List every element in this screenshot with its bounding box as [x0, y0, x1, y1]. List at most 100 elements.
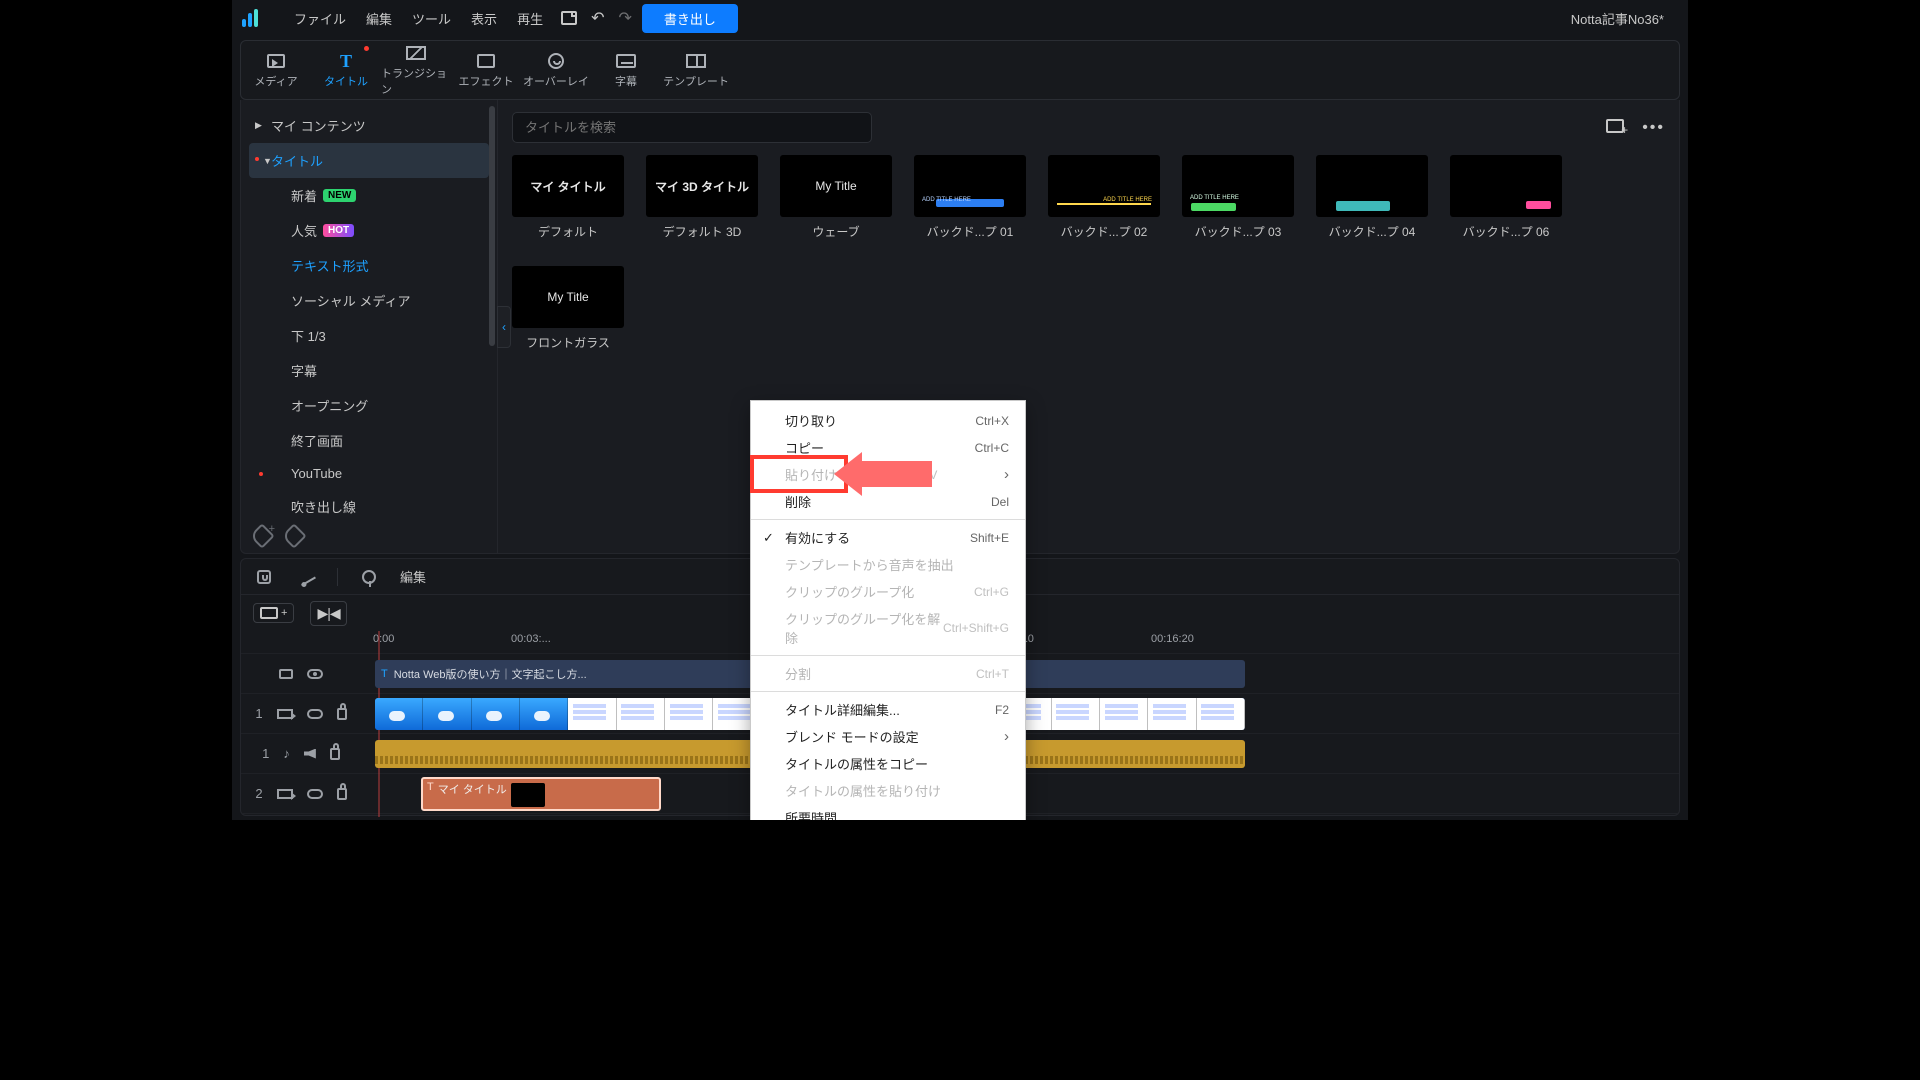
clip-title-selected[interactable]: T マイ タイトル	[421, 777, 661, 811]
tl-edit-label: 編集	[400, 567, 426, 586]
ctx-cut[interactable]: 切り取りCtrl+X	[751, 407, 1025, 434]
track-lock-icon[interactable]	[337, 788, 347, 800]
module-tab-effect[interactable]: エフェクト	[451, 40, 521, 100]
thumb-label: デフォルト	[538, 223, 598, 240]
thumb-backdrop-04[interactable]: バックド...プ 04	[1316, 155, 1428, 240]
sidebar-item-title-root[interactable]: タイトル	[249, 143, 489, 178]
module-tab-transition[interactable]: トランジション	[381, 40, 451, 100]
ctx-copy[interactable]: コピーCtrl+C	[751, 434, 1025, 461]
ctx-label: タイトル詳細編集...	[785, 700, 900, 719]
panel-collapse-button[interactable]: ‹	[497, 306, 511, 348]
ctx-label: テンプレートから音声を抽出	[785, 555, 954, 574]
search-input[interactable]	[512, 112, 872, 143]
menu-tool[interactable]: ツール	[402, 9, 461, 28]
thumb-default[interactable]: マイ タイトルデフォルト	[512, 155, 624, 240]
module-tab-template[interactable]: テンプレート	[661, 40, 731, 100]
sidebar-item-callout[interactable]: 吹き出し線	[241, 489, 497, 518]
thumb-default-3d[interactable]: マイ 3D タイトルデフォルト 3D	[646, 155, 758, 240]
sidebar-item-text-format[interactable]: テキスト形式	[241, 248, 497, 283]
time-tick: 00:03:...	[511, 633, 551, 645]
sidebar-item-subtitle[interactable]: 字幕	[241, 353, 497, 388]
thumb-backdrop-06[interactable]: バックド...プ 06	[1450, 155, 1562, 240]
ctx-title-detail-edit[interactable]: タイトル詳細編集... F2	[751, 696, 1025, 723]
sidebar-item-youtube[interactable]: YouTube	[241, 458, 497, 489]
ctx-label: コピー	[785, 438, 824, 457]
module-tab-title[interactable]: T タイトル	[311, 40, 381, 100]
track-index: 1	[262, 746, 269, 761]
sidebar-item-lower-third[interactable]: 下 1/3	[241, 318, 497, 353]
more-icon[interactable]: •••	[1642, 119, 1665, 137]
tl-keyboard-button[interactable]: +	[253, 603, 294, 623]
track-lock-icon[interactable]	[337, 708, 347, 720]
sidebar-label-subtitle: 字幕	[291, 361, 317, 380]
tag-add-icon[interactable]: +	[253, 527, 271, 545]
thumb-label: フロントガラス	[526, 334, 610, 351]
tag-icon[interactable]	[285, 527, 303, 545]
thumb-backdrop-02[interactable]: ADD TITLE HEREバックド...プ 02	[1048, 155, 1160, 240]
module-label-overlay: オーバーレイ	[523, 73, 589, 89]
tl-brush-icon[interactable]	[295, 566, 317, 588]
thumb-front-glass[interactable]: My Titleフロントガラス	[512, 266, 624, 351]
menu-edit[interactable]: 編集	[356, 9, 402, 28]
ctx-delete[interactable]: 削除 Del	[751, 488, 1025, 515]
ctx-shortcut: F2	[995, 703, 1009, 717]
ctx-label: 貼り付け	[785, 465, 837, 484]
track-speaker-icon[interactable]	[304, 749, 316, 759]
video-track-icon[interactable]	[277, 789, 293, 799]
ctx-label: 分割	[785, 664, 811, 683]
sidebar-label-mycontents: マイ コンテンツ	[271, 116, 366, 135]
ctx-shortcut: Ctrl+Shift+G	[943, 621, 1009, 635]
ctx-shortcut: Del	[991, 495, 1009, 509]
thumb-wave[interactable]: My Titleウェーブ	[780, 155, 892, 240]
video-track-icon[interactable]	[277, 709, 293, 719]
ctx-paste: 貼り付けCtrl+V	[751, 461, 1025, 488]
thumb-text: マイ タイトル	[530, 178, 605, 195]
menu-view[interactable]: 表示	[461, 9, 507, 28]
tl-range-button[interactable]: ▶|◀	[310, 601, 346, 626]
track-lock-icon[interactable]	[330, 748, 340, 760]
track-visibility-icon[interactable]	[307, 789, 323, 799]
ctx-separator	[751, 691, 1025, 692]
import-folder-icon[interactable]: +	[1606, 119, 1624, 133]
export-button[interactable]: 書き出し	[642, 4, 738, 33]
sidebar-label-new: 新着	[291, 186, 317, 205]
sidebar-label-title-root: タイトル	[271, 151, 323, 170]
sidebar-item-ending[interactable]: 終了画面	[241, 423, 497, 458]
module-tab-overlay[interactable]: オーバーレイ	[521, 40, 591, 100]
ctx-separator	[751, 655, 1025, 656]
time-tick: 00:16:20	[1151, 633, 1194, 645]
badge-hot: HOT	[323, 224, 354, 237]
audio-track-icon[interactable]: ♪	[283, 746, 290, 761]
sidebar-item-opening[interactable]: オープニング	[241, 388, 497, 423]
ctx-enable[interactable]: 有効にするShift+E	[751, 524, 1025, 551]
redo-icon[interactable]: ↷	[618, 8, 631, 28]
sidebar-item-mycontents[interactable]: マイ コンテンツ	[241, 108, 497, 143]
sidebar-item-hot[interactable]: 人気HOT	[241, 213, 497, 248]
tl-magnet-icon[interactable]	[253, 566, 275, 588]
thumb-bd-text: ADD TITLE HERE	[1190, 195, 1239, 201]
sidebar-scrollbar[interactable]	[489, 106, 495, 496]
ctx-label: 削除	[785, 492, 811, 511]
thumb-backdrop-03[interactable]: ADD TITLE HEREバックド...プ 03	[1182, 155, 1294, 240]
ctx-blend-mode[interactable]: ブレンド モードの設定	[751, 723, 1025, 750]
sidebar-item-social[interactable]: ソーシャル メディア	[241, 283, 497, 318]
tl-marker-icon[interactable]	[358, 566, 380, 588]
track-visibility-icon[interactable]	[307, 669, 323, 679]
undo-icon[interactable]: ↶	[591, 8, 604, 28]
track-visibility-icon[interactable]	[307, 709, 323, 719]
ctx-separator	[751, 519, 1025, 520]
module-tab-subtitle[interactable]: 字幕	[591, 40, 661, 100]
menu-play[interactable]: 再生	[507, 9, 553, 28]
sidebar-item-new[interactable]: 新着NEW	[241, 178, 497, 213]
module-label-subtitle: 字幕	[615, 73, 637, 89]
track-mute-icon[interactable]	[279, 669, 293, 679]
sidebar: マイ コンテンツ タイトル 新着NEW 人気HOT テキスト形式 ソーシャル メ…	[240, 100, 498, 554]
thumb-backdrop-01[interactable]: ADD TITLE HEREバックド...プ 01	[914, 155, 1026, 240]
module-tab-media[interactable]: メディア	[241, 40, 311, 100]
ctx-label: クリップのグループ化を解除	[785, 609, 943, 647]
subtitle-icon	[615, 51, 637, 71]
ctx-copy-title-attr[interactable]: タイトルの属性をコピー	[751, 750, 1025, 777]
menu-file[interactable]: ファイル	[284, 9, 356, 28]
sidebar-label-text-format: テキスト形式	[291, 256, 369, 275]
save-icon[interactable]	[561, 11, 577, 25]
